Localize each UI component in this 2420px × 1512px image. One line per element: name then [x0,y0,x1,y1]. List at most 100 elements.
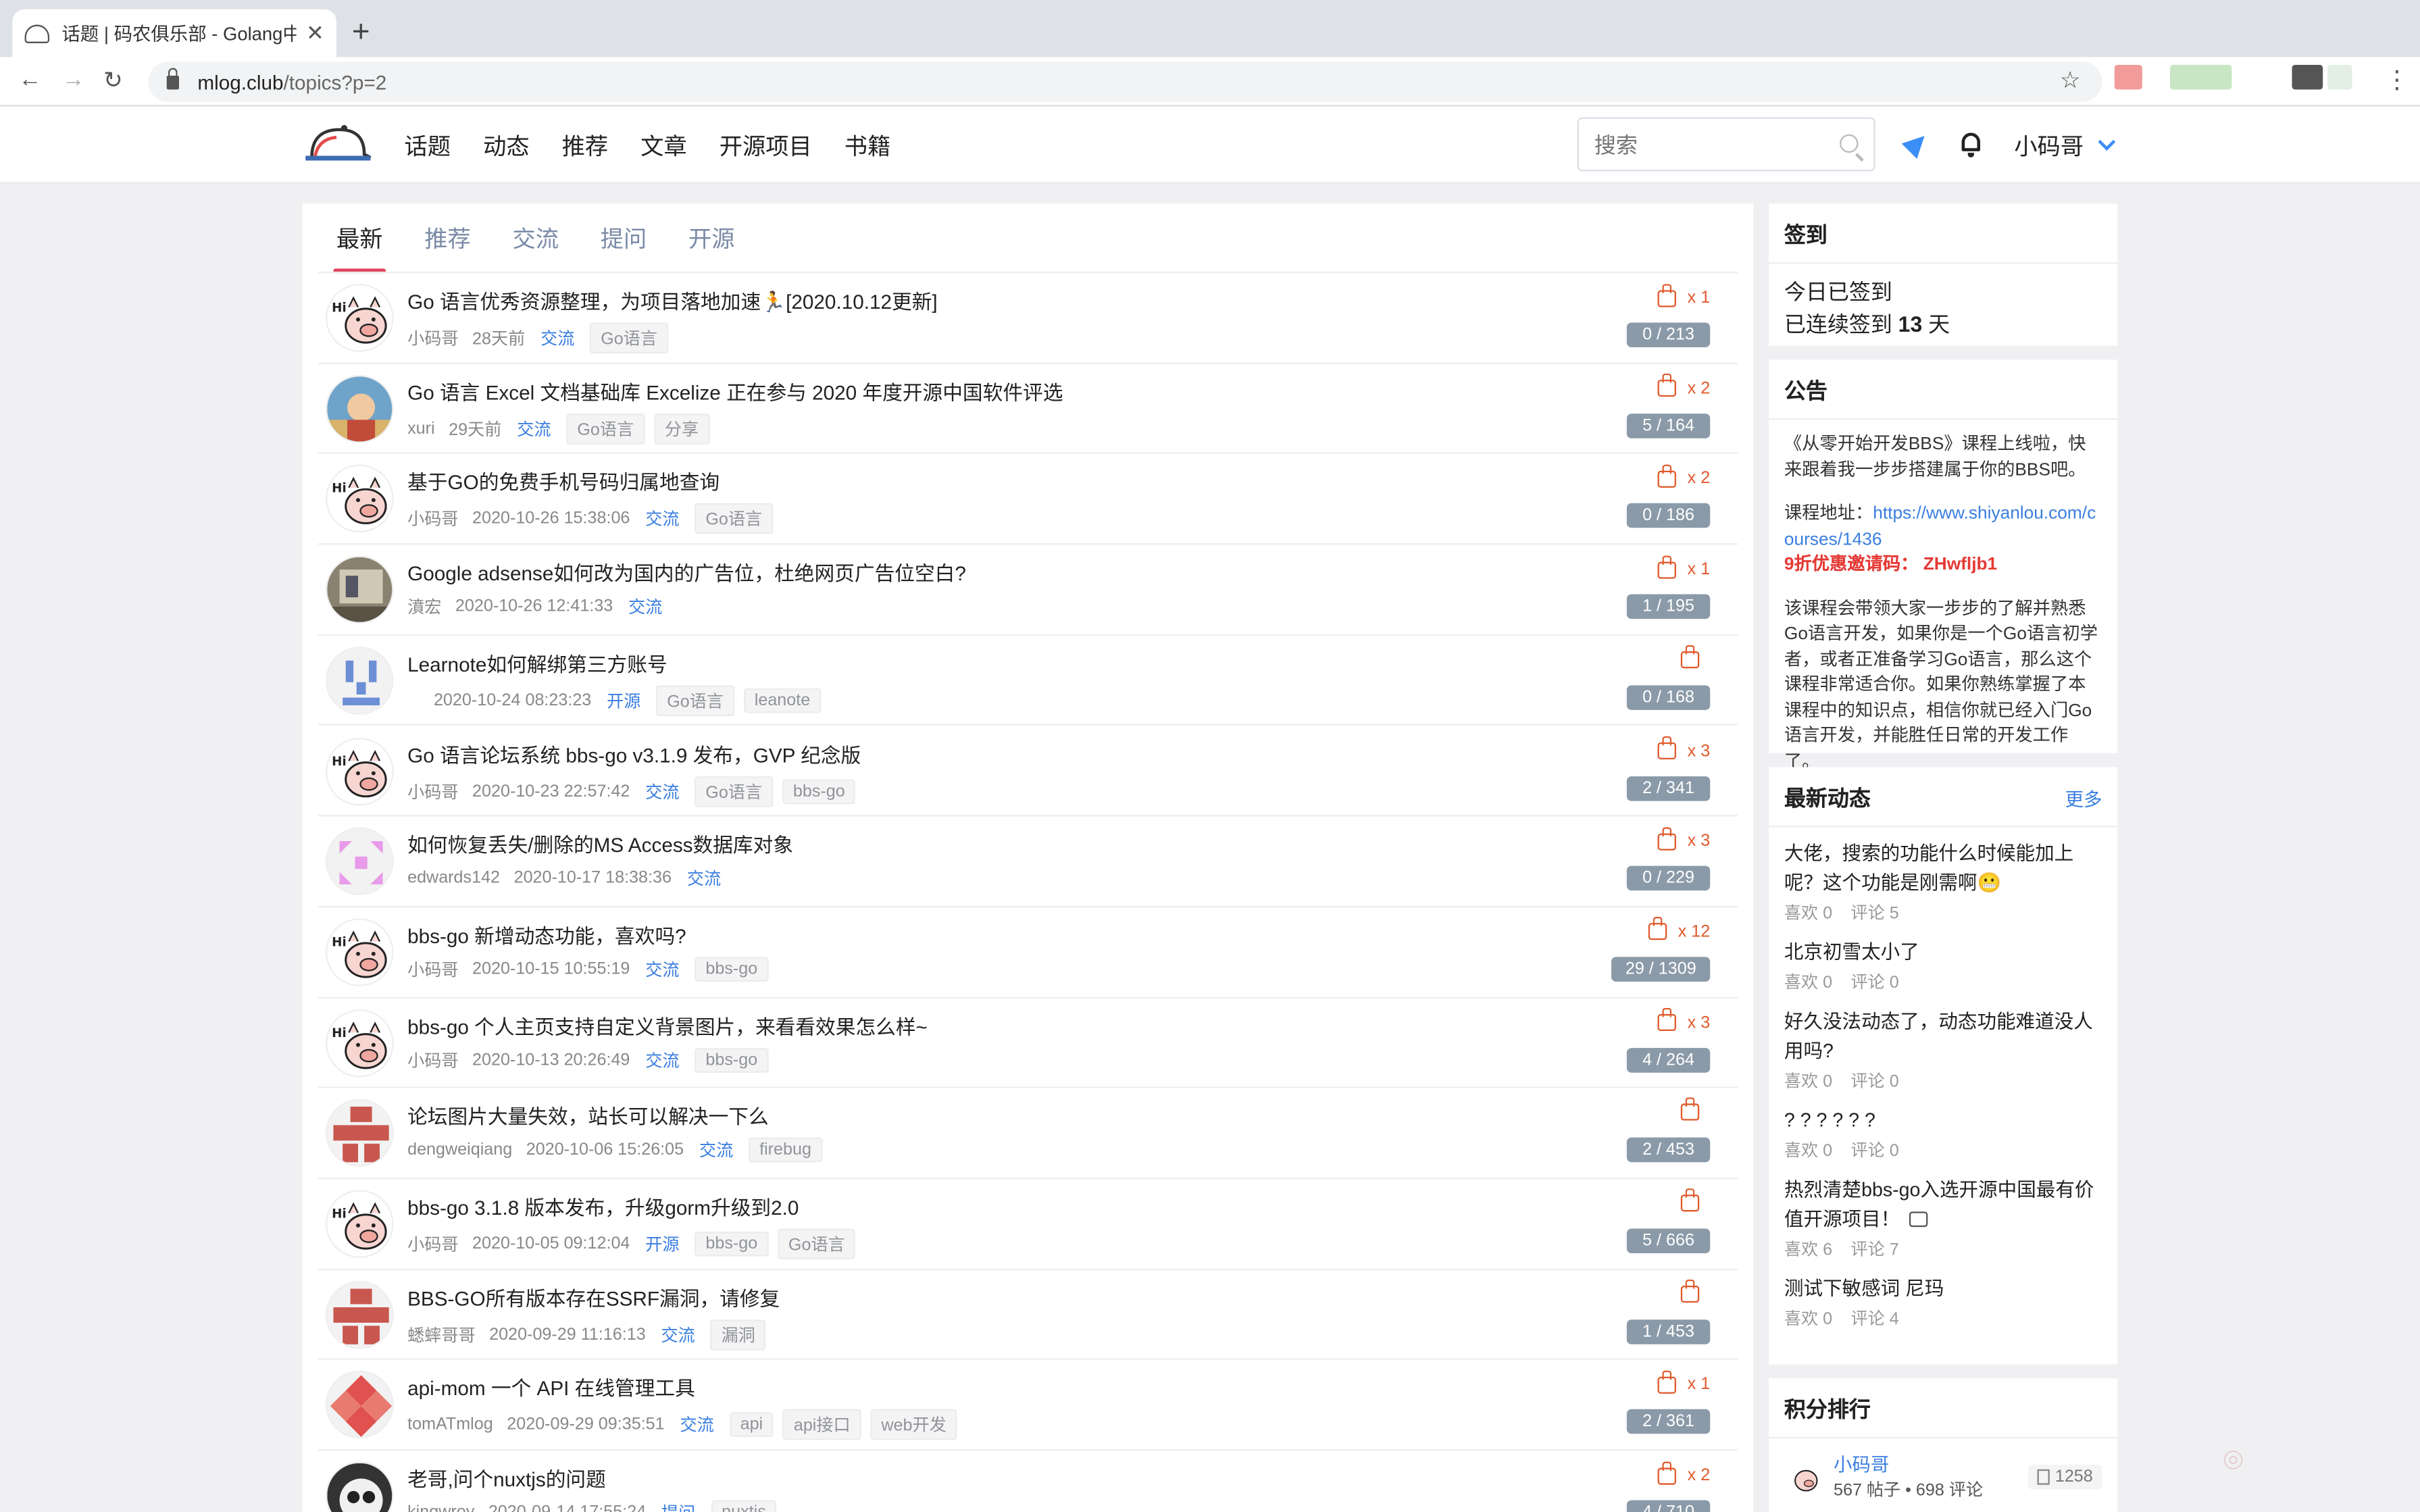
topic-author[interactable]: 小码哥 [407,326,458,351]
topic-author[interactable]: 濆宏 [407,595,441,620]
tweet-item[interactable]: ? ? ? ? ? ? 喜欢 0 评论 0 [1769,1097,2117,1167]
topic-node[interactable]: 交流 [699,1138,733,1163]
tweet-comments[interactable]: 评论 4 [1851,1311,1899,1329]
url-input[interactable]: mlog.club/topics?p=2 ☆ [148,61,2102,102]
topic-likes[interactable]: x 3 [1658,736,1710,760]
avatar[interactable] [326,1371,394,1440]
topic-likes[interactable]: x 2 [1658,1461,1710,1485]
topic-row[interactable]: Hi bbs-go 3.1.8 版本发布，升级gorm升级到2.0 小码哥 2020-… [318,1179,1738,1270]
topic-tag[interactable]: Go语言 [777,1228,856,1260]
topic-author[interactable]: tomATmlog [407,1416,493,1434]
search-icon[interactable] [1840,134,1859,153]
topic-title[interactable]: Google adsense如何改为国内的广告位，杜绝网页广告位空白? [407,557,966,586]
bookmark-star-icon[interactable]: ☆ [2060,66,2081,95]
avatar[interactable]: Hi [326,1009,394,1077]
tweet-likes[interactable]: 喜欢 0 [1784,1073,1832,1091]
topic-row[interactable]: 老哥,问个nuxtjs的问题 kingwroy 2020-09-14 17:55:2… [318,1451,1738,1512]
nav-topics[interactable]: 话题 [405,129,451,161]
topic-tag[interactable]: leanote [743,688,822,713]
topic-node[interactable]: 开源 [607,688,640,713]
bell-icon[interactable] [1961,132,1981,158]
thumbs-up-icon[interactable] [1680,1188,1700,1212]
topic-tag[interactable]: bbs-go [782,778,856,804]
thumbs-up-icon[interactable] [1658,736,1677,759]
topic-author[interactable]: xuri [407,420,435,438]
topic-row[interactable]: Hi Go 语言论坛系统 bbs-go v3.1.9 发布，GVP 纪念版 小码哥 2… [318,726,1738,817]
topic-node[interactable]: 交流 [645,779,679,804]
topic-author[interactable]: dengweiqiang [407,1141,512,1159]
tweet-comments[interactable]: 评论 5 [1851,905,1899,923]
thumbs-up-icon[interactable] [1658,826,1677,851]
extension-icon[interactable] [2170,64,2232,90]
nav-projects[interactable]: 开源项目 [720,129,812,161]
topic-node[interactable]: 交流 [687,866,721,891]
new-tab-icon[interactable]: + [352,16,370,51]
topic-row[interactable]: Hi Go 语言优秀资源整理，为项目落地加速🏃[2020.10.12更新] 小码哥 2… [318,273,1738,364]
topic-likes[interactable]: x 1 [1658,1370,1710,1394]
back-icon[interactable]: ← [18,66,41,93]
topic-tag[interactable]: 分享 [653,413,710,445]
tweet-likes[interactable]: 喜欢 0 [1784,1311,1832,1329]
tweet-likes[interactable]: 喜欢 0 [1784,1142,1832,1161]
topic-row[interactable]: Learnote如何解绑第三方账号 2020-10-24 08:23:23 开源 Go… [318,636,1738,726]
avatar[interactable] [326,374,394,443]
tweet-text[interactable]: 好久没法动态了，动态功能难道没人用吗? [1784,1011,2093,1061]
tab-latest[interactable]: 最新 [333,222,386,273]
thumbs-up-icon[interactable] [1658,374,1677,397]
tab-question[interactable]: 提问 [601,222,647,254]
thumbs-up-icon[interactable] [1658,283,1677,307]
avatar[interactable] [326,1280,394,1349]
tweet-item[interactable]: 好久没法动态了，动态功能难道没人用吗? 喜欢 0 评论 0 [1769,999,2117,1097]
user-menu[interactable]: 小码哥 [2014,130,2116,162]
avatar[interactable] [326,555,394,624]
tweet-text[interactable]: 热烈清楚bbs-go入选开源中国最有价值开源项目！ [1784,1179,2094,1230]
browser-menu-icon[interactable]: ⋮ [2385,65,2410,96]
topic-title[interactable]: Go 语言论坛系统 bbs-go v3.1.9 发布，GVP 纪念版 [407,738,861,767]
tweet-likes[interactable]: 喜欢 0 [1784,974,1832,992]
topic-node[interactable]: 交流 [645,957,679,982]
topic-likes[interactable]: x 2 [1658,374,1710,398]
topic-row[interactable]: Google adsense如何改为国内的广告位，杜绝网页广告位空白? 濆宏 202… [318,545,1738,636]
topic-tag[interactable]: bbs-go [695,1047,769,1072]
avatar[interactable] [1784,1456,1825,1496]
topic-title[interactable]: bbs-go 个人主页支持自定义背景图片，来看看效果怎么样~ [407,1010,928,1039]
topic-author[interactable]: 小码哥 [407,1047,458,1072]
topic-node[interactable]: 交流 [645,1047,679,1072]
topic-likes[interactable]: x 1 [1658,283,1710,307]
topic-tag[interactable]: nuxtjs [711,1500,777,1512]
topic-node[interactable]: 交流 [661,1322,695,1347]
tweet-likes[interactable]: 喜欢 6 [1784,1241,1832,1259]
extension-icon[interactable] [2114,64,2142,90]
forward-icon[interactable]: → [61,66,84,93]
tweet-comments[interactable]: 评论 0 [1851,1073,1899,1091]
thumbs-up-icon[interactable] [1658,1370,1677,1394]
thumbs-up-icon[interactable] [1658,464,1677,488]
topic-author[interactable]: kingwroy [407,1503,474,1512]
thumbs-up-icon[interactable] [1680,1097,1700,1122]
rank-row[interactable]: 小码哥 567 帖子 • 698 评论 1258 [1769,1438,2117,1512]
tweet-text[interactable]: 大佬，搜索的功能什么时候能加上呢？这个功能是刚需啊😬 [1784,842,2073,893]
topic-title[interactable]: Learnote如何解绑第三方账号 [407,648,667,677]
close-tab-icon[interactable]: ✕ [306,20,324,47]
logo-icon[interactable] [303,124,374,163]
topic-title[interactable]: bbs-go 新增动态功能，喜欢吗? [407,919,686,949]
topic-tag[interactable]: 漏洞 [710,1319,766,1351]
topic-author[interactable]: 小码哥 [407,1232,458,1257]
topic-likes[interactable]: x 2 [1658,464,1710,488]
topic-tag[interactable]: Go语言 [695,503,774,535]
topic-title[interactable]: 老哥,问个nuxtjs的问题 [407,1463,606,1492]
avatar[interactable]: Hi [326,918,394,986]
tab-discuss[interactable]: 交流 [513,222,559,254]
tweet-item[interactable]: 测试下敏感词 尼玛 喜欢 0 评论 4 [1769,1265,2117,1335]
topic-node[interactable]: 交流 [645,507,679,532]
thumbs-up-icon[interactable] [1648,917,1667,941]
reload-icon[interactable]: ↻ [103,66,123,95]
thumbs-up-icon[interactable] [1680,1279,1700,1303]
topic-row[interactable]: Hi 基于GO的免费手机号码归属地查询 小码哥 2020-10-26 15:38:06… [318,455,1738,545]
tweet-item[interactable]: 北京初雪太小了 喜欢 0 评论 0 [1769,929,2117,999]
topic-tag[interactable]: bbs-go [695,1232,769,1257]
topic-author[interactable]: edwards142 [407,870,500,888]
avatar[interactable]: Hi [326,284,394,352]
tab-opensource[interactable]: 开源 [688,222,735,254]
avatar[interactable] [326,1099,394,1167]
